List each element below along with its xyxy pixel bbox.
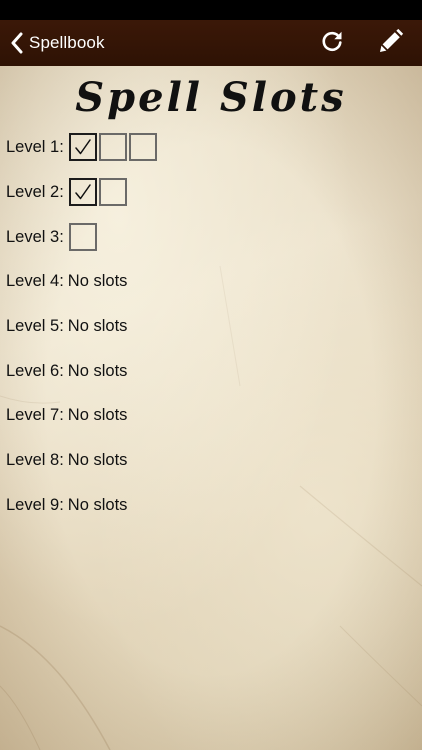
- checkmark-icon: [74, 183, 92, 201]
- spell-level-row-3: Level 3:: [6, 222, 99, 252]
- spell-level-label: Level 5:: [6, 316, 64, 335]
- navigation-bar: Spellbook: [0, 20, 422, 66]
- spell-level-label: Level 7:: [6, 405, 64, 424]
- spell-level-row-9: Level 9: No slots: [6, 490, 127, 520]
- no-slots-text: No slots: [67, 495, 128, 514]
- spell-level-label: Level 1:: [6, 137, 64, 156]
- spell-level-row-6: Level 6: No slots: [6, 356, 127, 386]
- spell-level-label: Level 3:: [6, 227, 64, 246]
- spell-level-row-8: Level 8: No slots: [6, 445, 127, 475]
- slot-checkbox[interactable]: [68, 223, 97, 251]
- refresh-icon[interactable]: [320, 29, 344, 58]
- no-slots-text: No slots: [67, 405, 128, 424]
- back-button[interactable]: Spellbook: [10, 32, 105, 54]
- pencil-icon[interactable]: [378, 28, 404, 59]
- no-slots-text: No slots: [67, 271, 128, 290]
- page-title: Spell Slots: [75, 74, 347, 121]
- status-bar: [0, 0, 422, 20]
- slot-checkbox[interactable]: [98, 133, 127, 161]
- slot-checkbox[interactable]: [98, 178, 127, 206]
- slot-checkboxes: [68, 178, 129, 206]
- spell-level-label: Level 9:: [6, 495, 64, 514]
- slot-checkboxes: [68, 133, 159, 161]
- spell-level-row-7: Level 7: No slots: [6, 400, 127, 430]
- no-slots-text: No slots: [67, 316, 128, 335]
- parchment-background: Spell Slots Level 1: Level 2: Level 3: Leve…: [0, 66, 422, 750]
- no-slots-text: No slots: [67, 450, 128, 469]
- slot-checkboxes: [68, 223, 99, 251]
- back-button-label: Spellbook: [29, 33, 105, 52]
- spell-level-label: Level 2:: [6, 182, 64, 201]
- spell-level-label: Level 4:: [6, 271, 64, 290]
- spell-level-row-5: Level 5: No slots: [6, 311, 127, 341]
- slot-checkbox-checked[interactable]: [68, 178, 97, 206]
- spell-level-row-2: Level 2:: [6, 177, 129, 207]
- spell-level-label: Level 8:: [6, 450, 64, 469]
- slot-checkbox-checked[interactable]: [68, 133, 97, 161]
- checkmark-icon: [74, 138, 92, 156]
- spell-level-label: Level 6:: [6, 361, 64, 380]
- no-slots-text: No slots: [67, 361, 128, 380]
- spell-level-row-1: Level 1:: [6, 132, 159, 162]
- slot-checkbox[interactable]: [128, 133, 157, 161]
- spell-level-row-4: Level 4: No slots: [6, 266, 127, 296]
- chevron-left-icon: [10, 32, 24, 54]
- spell-slots-screen: Spellbook Spell Slots Level 1: Level 2: …: [0, 0, 422, 750]
